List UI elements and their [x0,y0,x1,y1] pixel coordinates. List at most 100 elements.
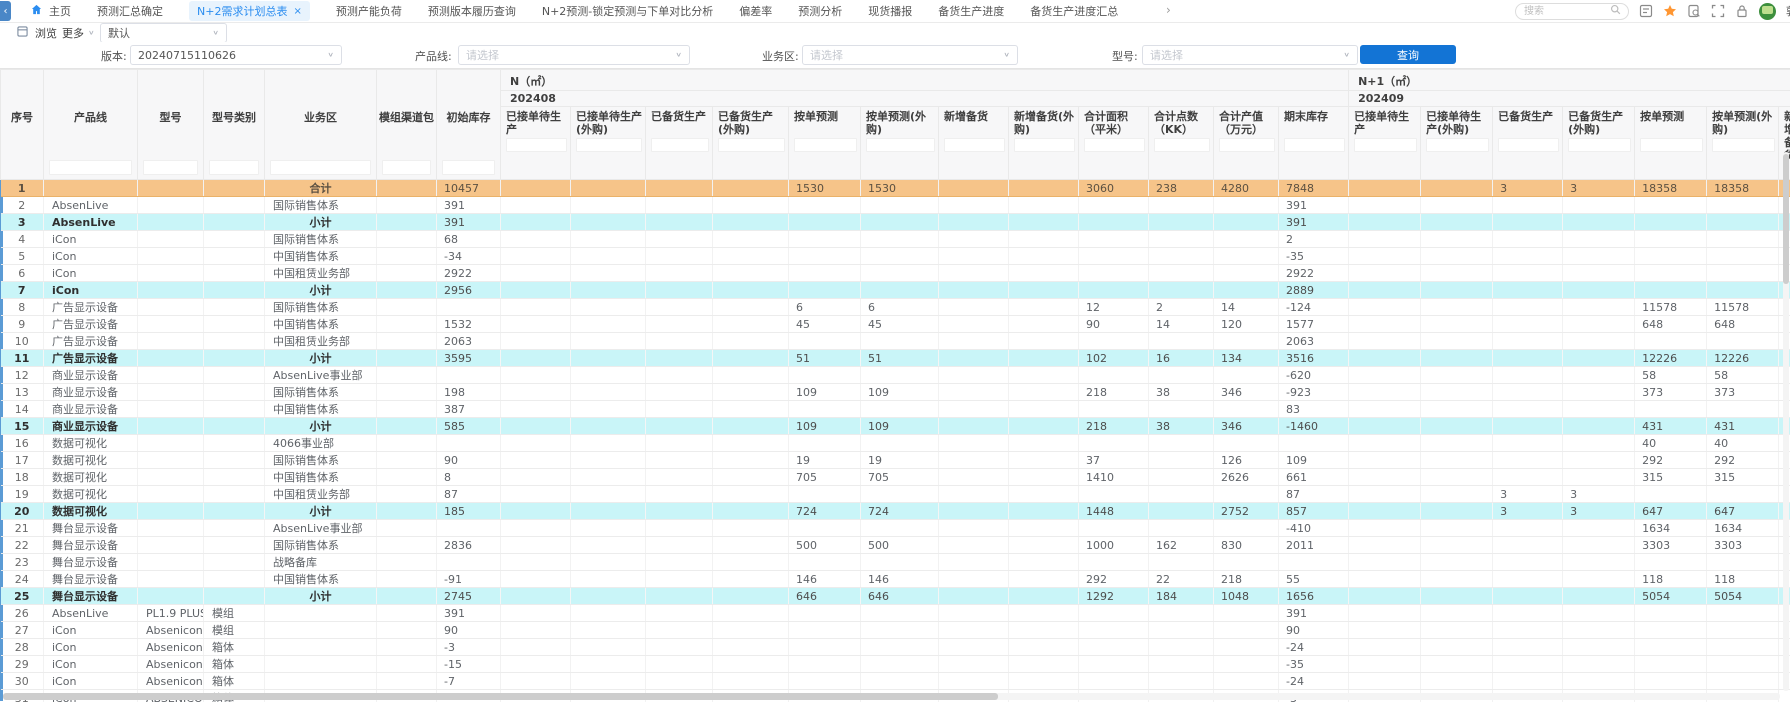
table-row[interactable]: 24舞台显示设备中国销售体系-911461462922221855118118 [1,571,1790,588]
cell: 391 [1279,197,1349,214]
column-filter-input[interactable] [1219,138,1275,152]
tab-7[interactable]: 预测分析 [798,3,842,19]
view-select[interactable]: 默认 ∨ [100,23,227,43]
favorite-star-icon[interactable] [1663,4,1677,18]
cell [1149,214,1214,231]
column-filter-input[interactable] [1712,138,1775,152]
tab-1[interactable]: 预测汇总确定 [97,3,163,19]
column-filter-input[interactable] [442,160,495,175]
cell [204,214,265,231]
table-row[interactable]: 4iCon国际销售体系682 [1,231,1790,248]
fullscreen-icon[interactable] [1711,4,1725,18]
version-select[interactable]: 20240715110626 ∨ [130,45,342,65]
horizontal-scrollbar-thumb[interactable] [3,693,998,700]
table-row[interactable]: 22舞台显示设备国际销售体系28365005001000162830201133… [1,537,1790,554]
cell [571,639,646,656]
column-filter-input[interactable] [1426,138,1489,152]
column-filter-input[interactable] [651,138,709,152]
tab-overflow-arrow[interactable]: › [1166,3,1171,17]
table-row[interactable]: 15商业显示设备小计58510910921838346-1460431431 [1,418,1790,435]
table-row[interactable]: 26AbsenLivePL1.9 PLUS V2模组391391 [1,605,1790,622]
cell: 90 [437,622,501,639]
column-filter-input[interactable] [1284,138,1345,152]
column-filter-input[interactable] [794,138,857,152]
column-filter-input[interactable] [209,160,259,175]
cell [939,316,1009,333]
cell: 12226 [1635,350,1707,367]
table-row[interactable]: 29iConAbsenicon X...箱体-15-35 [1,656,1790,673]
table-row[interactable]: 18数据可视化中国销售体系870570514102626661315315 [1,469,1790,486]
table-row[interactable]: 11广告显示设备小计359551511021613435161222612226 [1,350,1790,367]
tab-10[interactable]: 备货生产进度汇总 [1030,3,1118,19]
table-row[interactable]: 14商业显示设备中国销售体系38783 [1,401,1790,418]
cell [1707,656,1779,673]
column-filter-input[interactable] [576,138,642,152]
table-row[interactable]: 20数据可视化小计1857247241448275285733647647 [1,503,1790,520]
cell: AbsenLive事业部 [265,520,377,537]
tab-2[interactable]: N+2需求计划总表× [189,1,310,21]
cell [1421,554,1493,571]
table-row[interactable]: 10广告显示设备中国租赁业务部20632063 [1,333,1790,350]
table-row[interactable]: 8广告显示设备国际销售体系6612214-1241157811578 [1,299,1790,316]
column-filter-input[interactable] [944,138,1005,152]
horizontal-scrollbar[interactable] [3,693,1780,700]
column-filter-input[interactable] [143,160,198,175]
collapse-sidebar-button[interactable]: ‹ [0,1,11,21]
column-filter-input[interactable] [866,138,935,152]
column-filter-input[interactable] [382,160,431,175]
table-row[interactable]: 2AbsenLive国际销售体系391391 [1,197,1790,214]
table-row[interactable]: 12商业显示设备AbsenLive事业部-6205858 [1,367,1790,384]
file-search-icon[interactable] [1687,4,1701,18]
column-filter-input[interactable] [1154,138,1210,152]
tab-4[interactable]: 预测版本履历查询 [428,3,516,19]
query-button[interactable]: 查询 [1360,45,1456,64]
table-row[interactable]: 16数据可视化4066事业部4040 [1,435,1790,452]
model-select[interactable]: 请选择 ∨ [1142,45,1358,65]
table-row[interactable]: 7iCon小计29562889 [1,282,1790,299]
column-filter-input[interactable] [49,160,132,175]
tab-3[interactable]: 预测产能负荷 [336,3,402,19]
table-row[interactable]: 30iConAbsenicon X...箱体-7-24 [1,673,1790,690]
lock-icon[interactable] [1735,4,1749,18]
tab-label: 备货生产进度汇总 [1030,3,1118,19]
table-row[interactable]: 5iCon中国销售体系-34-35 [1,248,1790,265]
vertical-scrollbar-thumb[interactable] [1783,154,1789,284]
form-icon[interactable] [1639,4,1653,18]
tab-close-icon[interactable]: × [293,6,301,17]
table-row[interactable]: 6iCon中国租赁业务部29222922 [1,265,1790,282]
column-filter-input[interactable] [1014,138,1075,152]
cell [861,401,939,418]
tab-0[interactable]: 主页 [31,3,71,19]
table-row[interactable]: 25舞台显示设备小计274564664612921841048165650545… [1,588,1790,605]
table-row[interactable]: 21舞台显示设备AbsenLive事业部-41016341634 [1,520,1790,537]
tab-9[interactable]: 备货生产进度 [938,3,1004,19]
more-button[interactable]: 更多 ∨ [62,25,95,41]
table-row[interactable]: 1合计1045715301530306023842807848331835818… [1,180,1790,197]
vertical-scrollbar[interactable] [1783,152,1789,691]
user-avatar[interactable] [1759,3,1776,20]
column-filter-input[interactable] [718,138,785,152]
column-filter-input[interactable] [1084,138,1145,152]
table-row[interactable]: 9广告显示设备中国销售体系1532454590141201577648648 [1,316,1790,333]
tab-8[interactable]: 现货播报 [868,3,912,19]
tab-5[interactable]: N+2预测-锁定预测与下单对比分析 [542,3,713,19]
column-filter-input[interactable] [1498,138,1559,152]
search-input[interactable] [1522,5,1606,18]
table-row[interactable]: 23舞台显示设备战略备库 [1,554,1790,571]
table-row[interactable]: 17数据可视化国际销售体系90191937126109292292 [1,452,1790,469]
column-filter-input[interactable] [1640,138,1703,152]
table-row[interactable]: 13商业显示设备国际销售体系19810910921838346-92337337… [1,384,1790,401]
table-row[interactable]: 28iConAbsenicon X...箱体-3-24 [1,639,1790,656]
business-region-select[interactable]: 请选择 ∨ [802,45,1018,65]
global-search[interactable] [1515,3,1629,20]
column-filter-input[interactable] [270,160,371,175]
tab-6[interactable]: 偏差率 [739,3,772,19]
column-filter-input[interactable] [1354,138,1417,152]
column-filter-input[interactable] [1568,138,1631,152]
table-row[interactable]: 3AbsenLive小计391391 [1,214,1790,231]
product-line-select[interactable]: 请选择 ∨ [458,45,690,65]
table-row[interactable]: 19数据可视化中国租赁业务部878733 [1,486,1790,503]
column-filter-input[interactable] [506,138,567,152]
browse-button[interactable]: 浏览 [17,25,57,41]
table-row[interactable]: 27iConAbsenicon C...模组9090 [1,622,1790,639]
